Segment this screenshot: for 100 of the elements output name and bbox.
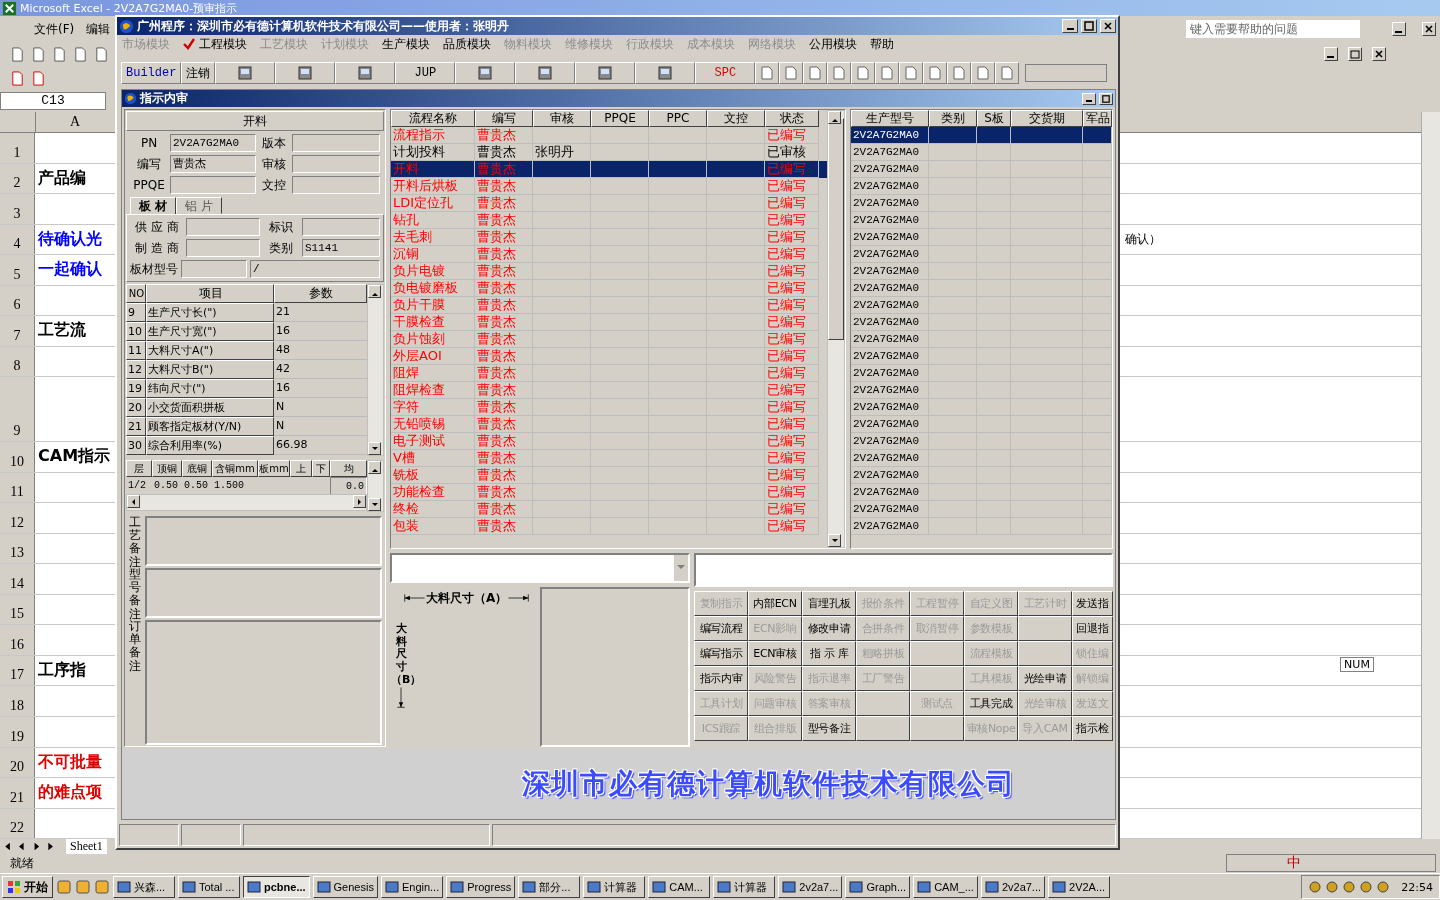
column-header[interactable]: A — [36, 112, 114, 132]
close-button[interactable] — [1100, 19, 1116, 33]
minimize-icon[interactable] — [1324, 47, 1338, 61]
column-header[interactable]: 编写 — [475, 110, 533, 127]
maximize-button[interactable] — [1099, 92, 1113, 105]
row-header[interactable]: 13 — [0, 533, 35, 564]
help-search-field[interactable]: 键入需要帮助的问题 — [1186, 20, 1360, 38]
minimize-button[interactable] — [1082, 92, 1096, 105]
text-area[interactable] — [145, 568, 382, 618]
maximize-button[interactable] — [1081, 19, 1097, 33]
table-row[interactable]: 2V2A7G2MA0 — [851, 399, 1112, 416]
action-button[interactable]: 指示内审 — [694, 666, 748, 691]
page-icon[interactable] — [10, 70, 25, 86]
scrollbar[interactable] — [1421, 112, 1440, 839]
toolbar-button[interactable] — [995, 62, 1020, 84]
taskbar-button[interactable]: Total ... — [178, 876, 240, 898]
toolbar-button[interactable] — [275, 62, 336, 84]
table-row[interactable]: 2V2A7G2MA0 — [851, 501, 1112, 518]
tab[interactable]: 板 材 — [130, 197, 177, 215]
tray-icon[interactable] — [1376, 880, 1391, 894]
toolbar-button[interactable] — [335, 62, 396, 84]
table-row[interactable]: 2V2A7G2MA0 — [851, 484, 1112, 501]
column-header[interactable]: PPC — [649, 110, 707, 127]
table-row[interactable]: 2V2A7G2MA0 — [851, 144, 1112, 161]
action-button[interactable]: 内部ECN — [748, 591, 802, 616]
taskbar-button[interactable]: 兴森... — [113, 876, 175, 898]
name-box[interactable]: C13 — [0, 92, 106, 110]
text-field[interactable] — [186, 218, 260, 236]
menu-item[interactable]: 公用模块 — [809, 35, 857, 53]
input-field[interactable] — [694, 553, 1113, 587]
taskbar-button[interactable]: Progress — [446, 876, 516, 898]
taskbar-button[interactable]: 部分... — [518, 876, 581, 898]
column-header[interactable]: 流程名称 — [391, 110, 475, 127]
menu-item[interactable]: 生产模块 — [382, 35, 430, 53]
toolbar-button[interactable] — [803, 62, 828, 84]
table-row[interactable]: 2V2A7G2MA0 — [851, 314, 1112, 331]
toolbar-button[interactable] — [515, 62, 576, 84]
column-header[interactable]: PPQE — [591, 110, 649, 127]
tray-icon[interactable] — [1342, 880, 1357, 894]
action-button[interactable]: ECN审核 — [748, 641, 802, 666]
menu-item[interactable]: 帮助 — [870, 35, 894, 53]
toolbar-button[interactable] — [899, 62, 924, 84]
toolbar-button[interactable] — [971, 62, 996, 84]
text-field[interactable] — [302, 218, 380, 236]
table-row[interactable]: 2V2A7G2MA0 — [851, 178, 1112, 195]
tray-icon[interactable] — [1325, 880, 1340, 894]
quick-launch-icon[interactable] — [94, 879, 110, 895]
toolbar-button[interactable] — [755, 62, 780, 84]
column-header[interactable]: NO — [126, 284, 146, 303]
taskbar-button[interactable]: CAM... — [648, 876, 711, 898]
row-header[interactable]: 19 — [0, 717, 35, 747]
column-header[interactable]: 交货期 — [1011, 110, 1083, 127]
action-button[interactable]: 编写指示 — [694, 641, 748, 666]
row-header[interactable]: 17 — [0, 655, 35, 686]
text-field[interactable]: 曹贵杰 — [170, 155, 256, 173]
column-header[interactable]: S板 — [977, 110, 1011, 127]
toolbar-button[interactable]: JUP — [395, 62, 456, 84]
scrollbar[interactable] — [827, 110, 845, 548]
taskbar-button[interactable]: Engin... — [380, 876, 444, 898]
table-row[interactable]: 2V2A7G2MA0 — [851, 433, 1112, 450]
toolbar-button[interactable]: 注销 — [181, 62, 216, 84]
text-field[interactable] — [170, 176, 256, 194]
table-row[interactable]: 2V2A7G2MA0 — [851, 382, 1112, 399]
text-area[interactable] — [145, 620, 382, 745]
action-button[interactable]: 型号备注 — [802, 716, 856, 741]
row-header[interactable]: 2 — [0, 163, 35, 194]
scrollbar[interactable] — [367, 284, 384, 456]
taskbar-button[interactable]: 计算器 — [713, 876, 776, 898]
toolbar-button[interactable] — [851, 62, 876, 84]
text-field[interactable] — [292, 155, 380, 173]
toolbar-button[interactable] — [923, 62, 948, 84]
table-row[interactable]: 开料 曹贵杰 已编写 — [391, 161, 827, 178]
page-icon[interactable] — [73, 46, 88, 62]
row-header[interactable]: 6 — [0, 285, 35, 316]
page-icon[interactable] — [10, 46, 25, 62]
row-header[interactable]: 1 — [0, 133, 35, 163]
action-button[interactable]: 指 示 库 — [802, 641, 856, 666]
menu-item[interactable]: 编辑 — [86, 20, 111, 38]
text-field[interactable]: S1141 — [302, 239, 380, 257]
text-field[interactable]: / — [250, 260, 380, 278]
taskbar-button[interactable]: 2v2a7... — [980, 876, 1046, 898]
action-button[interactable]: 工具完成 — [964, 691, 1018, 716]
column-header[interactable]: 底铜 — [182, 460, 212, 477]
table-row[interactable]: 2V2A7G2MA0 — [851, 212, 1112, 229]
menu-item[interactable]: 品质模块 — [443, 35, 491, 53]
row-header[interactable]: 21 — [0, 778, 35, 808]
column-header[interactable]: 生产型号 — [851, 110, 929, 127]
toolbar-button[interactable] — [827, 62, 852, 84]
taskbar-button[interactable]: Genesis — [312, 876, 378, 898]
table-row[interactable]: 2V2A7G2MA0 — [851, 450, 1112, 467]
tray-icon[interactable] — [1359, 880, 1374, 894]
row-header[interactable]: 9 — [0, 377, 35, 442]
row-header[interactable]: 14 — [0, 564, 35, 594]
menu-item[interactable]: 工程模块 — [183, 35, 247, 53]
minimize-icon[interactable] — [1392, 22, 1406, 36]
row-header[interactable]: 3 — [0, 194, 35, 224]
row-header[interactable]: 7 — [0, 316, 35, 346]
text-field[interactable]: 2V2A7G2MA0 — [170, 134, 256, 152]
action-button[interactable]: 编写流程 — [694, 616, 748, 641]
text-field[interactable] — [181, 260, 247, 278]
